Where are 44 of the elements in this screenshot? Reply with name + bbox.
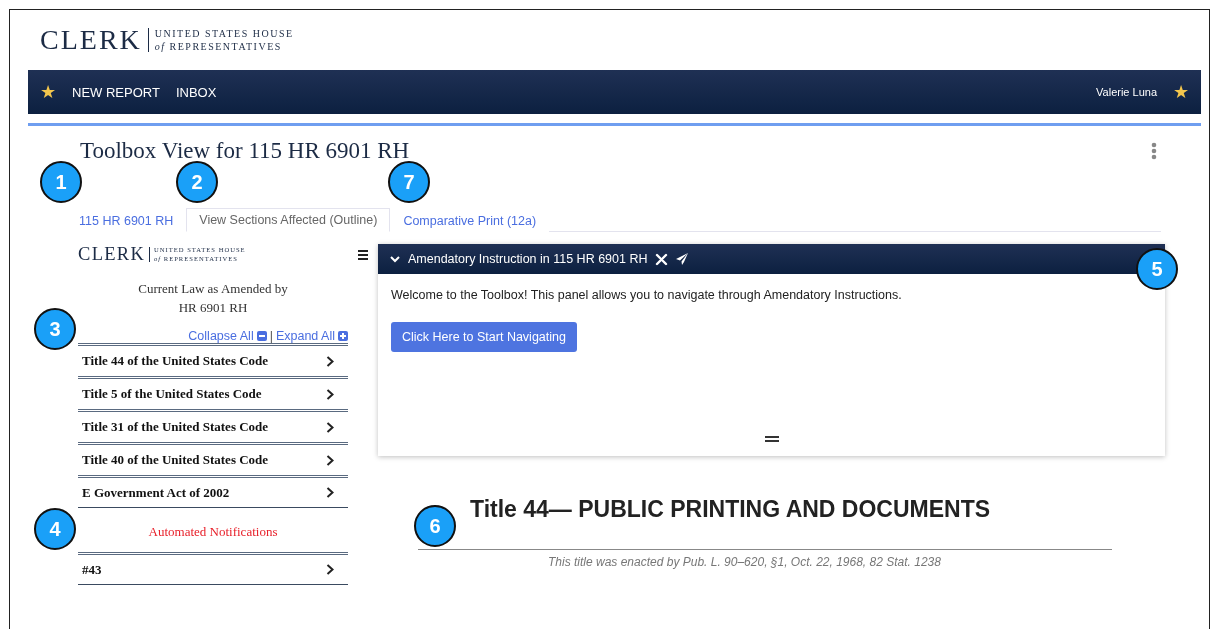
- user-name[interactable]: Valerie Luna: [1096, 86, 1157, 98]
- chevron-down-icon[interactable]: [390, 255, 400, 263]
- sidebar-heading: HR 6901 RH: [177, 299, 249, 317]
- document-heading: Title 44— PUBLIC PRINTING AND DOCUMENTS: [469, 496, 991, 523]
- outline-item[interactable]: E Government Act of 2002: [78, 475, 348, 508]
- logo-wordmark: CLERK: [78, 244, 146, 265]
- expand-all-link[interactable]: Expand All: [275, 329, 348, 343]
- paper-plane-icon[interactable]: [676, 253, 690, 265]
- welcome-message: Welcome to the Toolbox! This panel allows you to navigate through Amendatory Instructions.: [391, 288, 902, 302]
- callout-number: 7: [388, 161, 430, 203]
- collapse-all-link[interactable]: Collapse All: [188, 329, 267, 343]
- logo-text: of REPRESENTATIVES: [154, 40, 283, 53]
- resize-handle-icon[interactable]: [764, 436, 779, 442]
- chevron-right-icon: [326, 388, 334, 400]
- panel-title: Amendatory Instruction in 115 HR 6901 RH: [408, 252, 648, 266]
- nav-link[interactable]: INBOX: [175, 84, 217, 100]
- chevron-right-icon: [326, 564, 334, 575]
- separator: |: [269, 329, 273, 343]
- notifications-heading: Automated Notifications: [147, 524, 279, 540]
- chevron-right-icon: [326, 454, 334, 466]
- more-options-icon[interactable]: [1151, 142, 1157, 160]
- tab[interactable]: View Sections Affected (Outline): [186, 208, 391, 232]
- logo-wordmark: CLERK: [40, 24, 142, 56]
- callout-number: 2: [176, 161, 218, 203]
- callout-number: 1: [40, 161, 82, 203]
- callout-number: 3: [34, 308, 76, 350]
- callout-number: 4: [34, 508, 76, 550]
- callout-number: 6: [414, 505, 456, 547]
- logo-text: UNITED STATES HOUSE: [154, 27, 294, 40]
- chevron-right-icon: [326, 487, 334, 498]
- star-icon: ★: [40, 81, 56, 103]
- chevron-right-icon: [326, 355, 334, 367]
- document-caption: This title was enacted by Pub. L. 90–620, §1, Oct. 22, 1968, 82 Stat. 1238: [547, 555, 941, 569]
- nav-link[interactable]: NEW REPORT: [72, 84, 160, 100]
- chevron-right-icon: [326, 421, 334, 433]
- callout-number: 5: [1136, 248, 1178, 290]
- menu-icon[interactable]: [358, 249, 368, 260]
- plus-square-icon: [338, 331, 348, 341]
- notification-item[interactable]: #43: [78, 552, 348, 585]
- start-navigating-button[interactable]: Click Here to Start Navigating: [391, 322, 577, 352]
- page-title: Toolbox View for 115 HR 6901 RH: [80, 138, 411, 164]
- star-icon: ★: [1173, 81, 1189, 103]
- sidebar-heading: Current Law as Amended by: [137, 280, 289, 298]
- minus-square-icon: [256, 331, 267, 341]
